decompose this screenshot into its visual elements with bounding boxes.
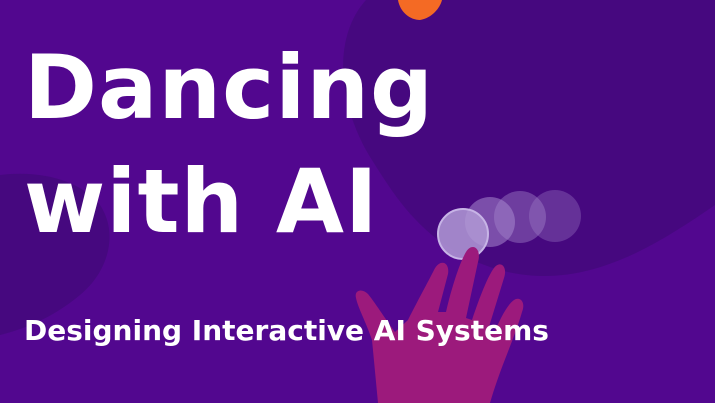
- subtitle: Designing Interactive AI Systems: [24, 314, 549, 347]
- bubble-1: [437, 208, 489, 260]
- cover-canvas: Dancing with AI Designing Interactive AI…: [0, 0, 715, 403]
- title-line-2: with AI: [24, 150, 379, 253]
- title-line-1: Dancing: [24, 36, 435, 139]
